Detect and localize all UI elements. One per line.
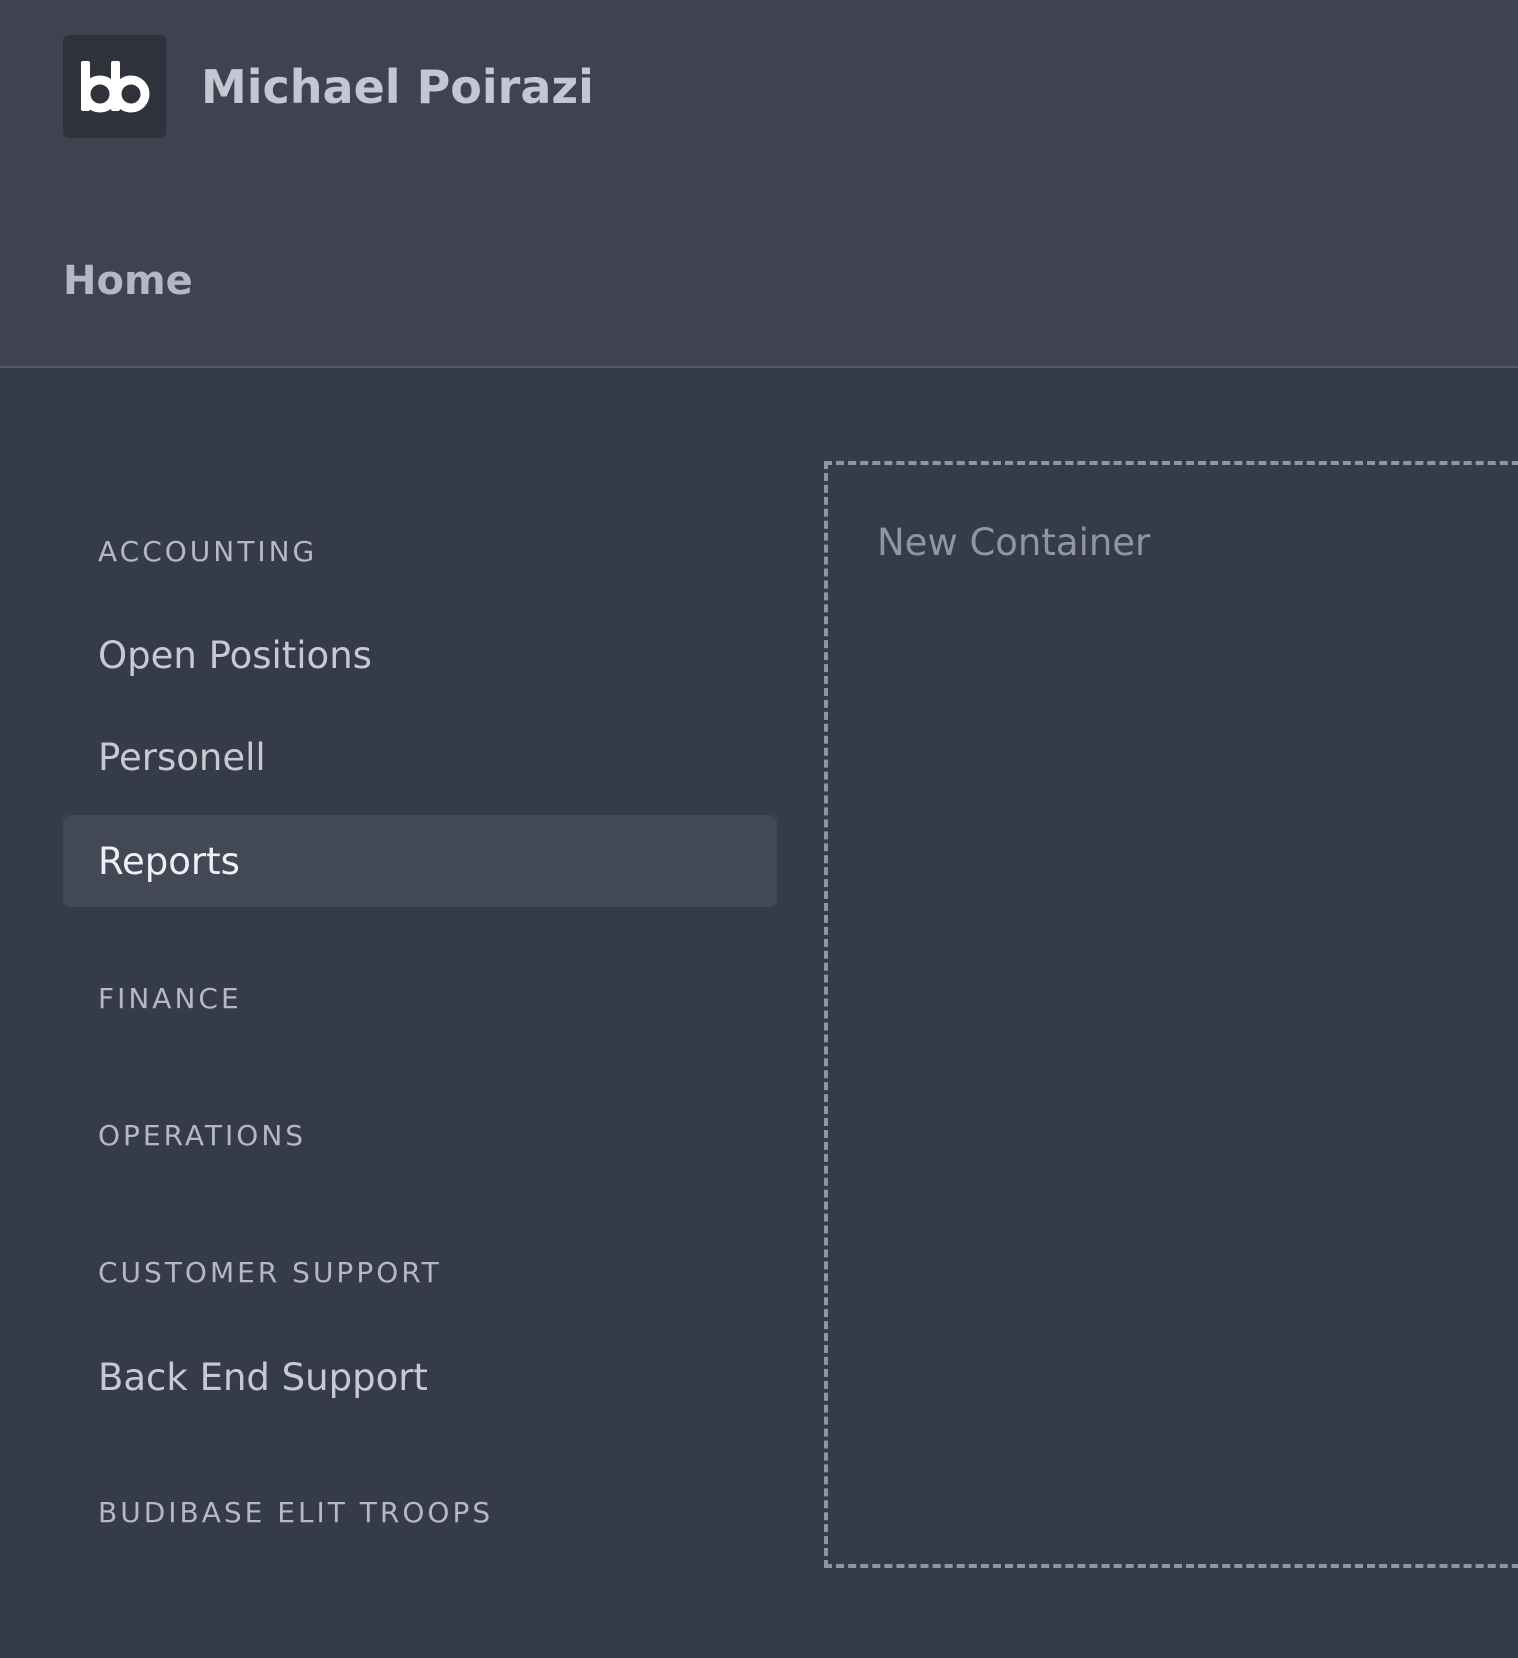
nav-link-personell[interactable]: Personell (63, 711, 777, 803)
app-header: Michael Poirazi Home (0, 0, 1518, 368)
budibase-logo-icon (80, 60, 149, 112)
section-label-customer-support: CUSTOMER SUPPORT (98, 1256, 442, 1289)
nav-link-back-end-support[interactable]: Back End Support (63, 1331, 777, 1423)
app-page: Michael Poirazi Home ACCOUNTING Open Pos… (0, 0, 1518, 1658)
section-label-accounting: ACCOUNTING (98, 535, 318, 568)
section-label-finance[interactable]: FINANCE (98, 979, 242, 1019)
new-container-dropzone[interactable]: New Container (824, 461, 1518, 1568)
nav-link-open-positions[interactable]: Open Positions (63, 609, 777, 701)
nav-link-reports[interactable]: Reports (63, 815, 777, 907)
sidebar-navigation: ACCOUNTING Open Positions Personell Repo… (0, 370, 800, 1658)
new-container-label: New Container (877, 521, 1151, 564)
section-label-operations[interactable]: OPERATIONS (98, 1116, 306, 1156)
nav-home-link[interactable]: Home (63, 252, 193, 310)
section-label-budibase-elit-troops[interactable]: BUDIBASE ELIT TROOPS (98, 1493, 493, 1533)
app-title: Michael Poirazi (201, 60, 594, 114)
app-logo[interactable] (63, 35, 166, 138)
